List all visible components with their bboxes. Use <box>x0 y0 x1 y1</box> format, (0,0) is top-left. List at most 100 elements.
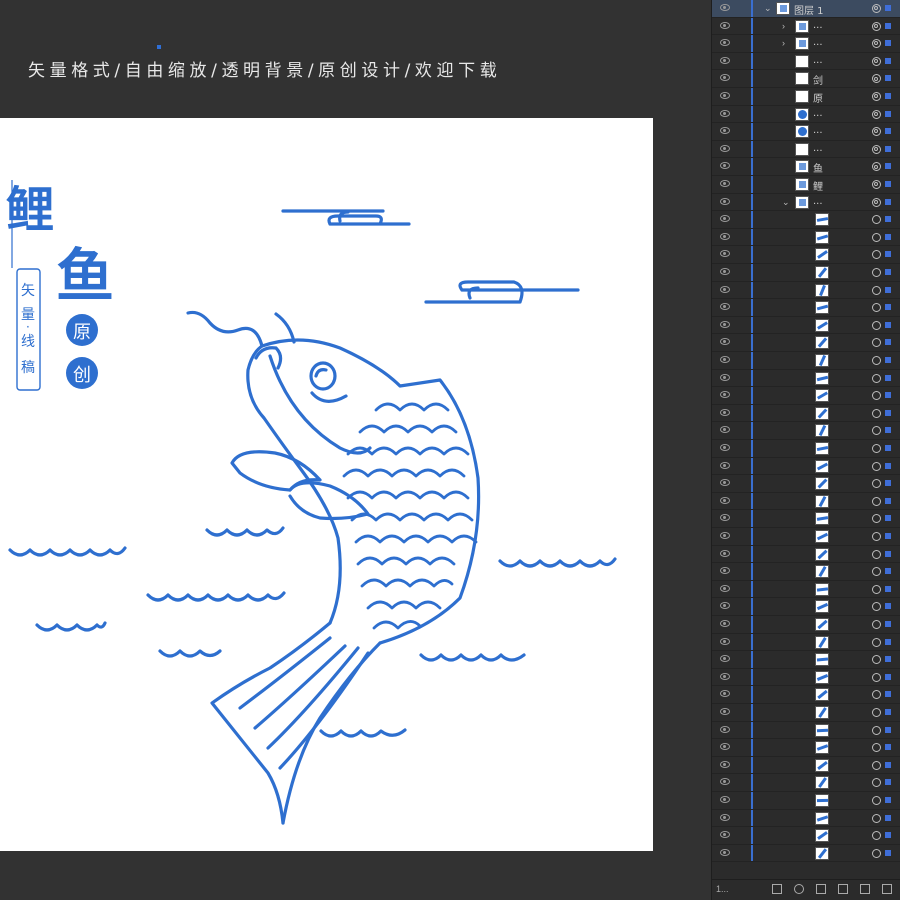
visibility-eye-icon[interactable] <box>720 21 730 29</box>
visibility-eye-icon[interactable] <box>720 760 730 768</box>
visibility-eye-icon[interactable] <box>720 584 730 592</box>
new-sublayer-icon[interactable] <box>838 884 848 894</box>
search-icon[interactable] <box>794 884 804 894</box>
visibility-eye-icon[interactable] <box>720 549 730 557</box>
target-circle-icon[interactable] <box>872 338 881 348</box>
selection-indicator[interactable] <box>885 621 891 627</box>
layer-row[interactable] <box>712 264 900 282</box>
layer-row[interactable] <box>712 756 900 775</box>
layer-name[interactable]: ... <box>813 37 823 48</box>
selection-indicator[interactable] <box>885 198 891 205</box>
visibility-eye-icon[interactable] <box>720 268 730 275</box>
visibility-eye-icon[interactable] <box>720 250 730 258</box>
target-circle-icon[interactable] <box>872 778 881 788</box>
target-circle-icon[interactable] <box>872 760 881 770</box>
target-circle-icon[interactable] <box>872 180 881 189</box>
selection-indicator[interactable] <box>885 585 891 592</box>
visibility-eye-icon[interactable] <box>720 232 730 240</box>
selection-handle[interactable] <box>157 45 161 49</box>
target-circle-icon[interactable] <box>872 796 881 805</box>
visibility-eye-icon[interactable] <box>720 602 730 610</box>
layer-row[interactable] <box>712 792 900 810</box>
layer-row[interactable] <box>712 827 900 845</box>
selection-indicator[interactable] <box>885 5 891 11</box>
target-circle-icon[interactable] <box>872 584 881 594</box>
target-circle-icon[interactable] <box>872 444 881 453</box>
artboard[interactable]: 鲤 鱼 矢 量 · 线 稿 原 创 <box>0 118 653 851</box>
selection-indicator[interactable] <box>885 216 891 223</box>
selection-indicator[interactable] <box>885 445 891 451</box>
target-circle-icon[interactable] <box>872 708 881 717</box>
visibility-eye-icon[interactable] <box>720 92 730 99</box>
layer-row[interactable]: ... <box>712 123 900 141</box>
target-circle-icon[interactable] <box>872 391 881 401</box>
selection-indicator[interactable] <box>885 761 891 768</box>
target-circle-icon[interactable] <box>872 56 881 66</box>
visibility-eye-icon[interactable] <box>720 426 730 434</box>
selection-indicator[interactable] <box>885 93 891 99</box>
target-circle-icon[interactable] <box>872 373 881 383</box>
layer-name[interactable]: ... <box>813 125 823 136</box>
visibility-eye-icon[interactable] <box>720 285 730 293</box>
target-circle-icon[interactable] <box>872 567 881 577</box>
layer-row[interactable] <box>712 369 900 388</box>
layer-row[interactable] <box>712 457 900 476</box>
selection-indicator[interactable] <box>885 251 891 258</box>
target-circle-icon[interactable] <box>872 813 881 823</box>
layer-row[interactable] <box>712 510 900 528</box>
selection-indicator[interactable] <box>885 427 891 434</box>
selection-indicator[interactable] <box>885 726 891 733</box>
target-circle-icon[interactable] <box>872 408 881 418</box>
selection-indicator[interactable] <box>885 181 891 187</box>
selection-indicator[interactable] <box>885 638 891 645</box>
selection-indicator[interactable] <box>885 497 891 504</box>
visibility-eye-icon[interactable] <box>720 813 730 821</box>
layer-row[interactable] <box>712 246 900 264</box>
selection-indicator[interactable] <box>885 40 891 47</box>
layer-row[interactable] <box>712 616 900 634</box>
visibility-eye-icon[interactable] <box>720 567 730 575</box>
selection-indicator[interactable] <box>885 22 891 29</box>
layer-row[interactable]: ⌄ 图层 1 <box>712 0 900 18</box>
target-circle-icon[interactable] <box>872 162 881 172</box>
target-circle-icon[interactable] <box>872 549 881 559</box>
disclosure-chevron-icon[interactable]: ⌄ <box>782 197 790 208</box>
layer-row[interactable] <box>712 598 900 616</box>
visibility-eye-icon[interactable] <box>720 672 730 680</box>
visibility-eye-icon[interactable] <box>720 215 730 223</box>
new-layer-icon[interactable] <box>860 884 870 894</box>
selection-indicator[interactable] <box>885 321 891 328</box>
target-circle-icon[interactable] <box>872 197 881 207</box>
target-circle-icon[interactable] <box>872 39 881 49</box>
target-circle-icon[interactable] <box>872 637 881 647</box>
layer-row[interactable]: ... <box>712 105 900 124</box>
layers-panel[interactable]: ⌄ 图层 1 ›... ›...... 剑原......... 鱼鲤 ⌄... 1... <box>711 0 900 900</box>
layer-row[interactable] <box>712 686 900 704</box>
layer-row[interactable]: ⌄... <box>712 193 900 212</box>
visibility-eye-icon[interactable] <box>720 708 730 715</box>
visibility-eye-icon[interactable] <box>720 144 730 152</box>
layer-row[interactable] <box>712 352 900 370</box>
disclosure-chevron-icon[interactable]: ⌄ <box>764 3 772 14</box>
visibility-eye-icon[interactable] <box>720 444 730 451</box>
visibility-eye-icon[interactable] <box>720 4 730 11</box>
layer-row[interactable] <box>712 721 900 740</box>
layer-row[interactable] <box>712 334 900 352</box>
visibility-eye-icon[interactable] <box>720 127 730 135</box>
selection-indicator[interactable] <box>885 709 891 715</box>
selection-indicator[interactable] <box>885 57 891 64</box>
target-circle-icon[interactable] <box>872 620 881 629</box>
target-circle-icon[interactable] <box>872 655 881 665</box>
selection-indicator[interactable] <box>885 163 891 170</box>
disclosure-chevron-icon[interactable]: › <box>782 38 785 48</box>
visibility-eye-icon[interactable] <box>720 655 730 663</box>
layer-row[interactable] <box>712 704 900 722</box>
layer-row[interactable] <box>712 844 900 863</box>
layer-row[interactable] <box>712 422 900 440</box>
visibility-eye-icon[interactable] <box>720 690 730 698</box>
visibility-eye-icon[interactable] <box>720 408 730 416</box>
visibility-eye-icon[interactable] <box>720 303 730 311</box>
layer-row[interactable] <box>712 580 900 599</box>
target-circle-icon[interactable] <box>872 127 881 137</box>
layer-name[interactable]: ... <box>813 143 823 154</box>
